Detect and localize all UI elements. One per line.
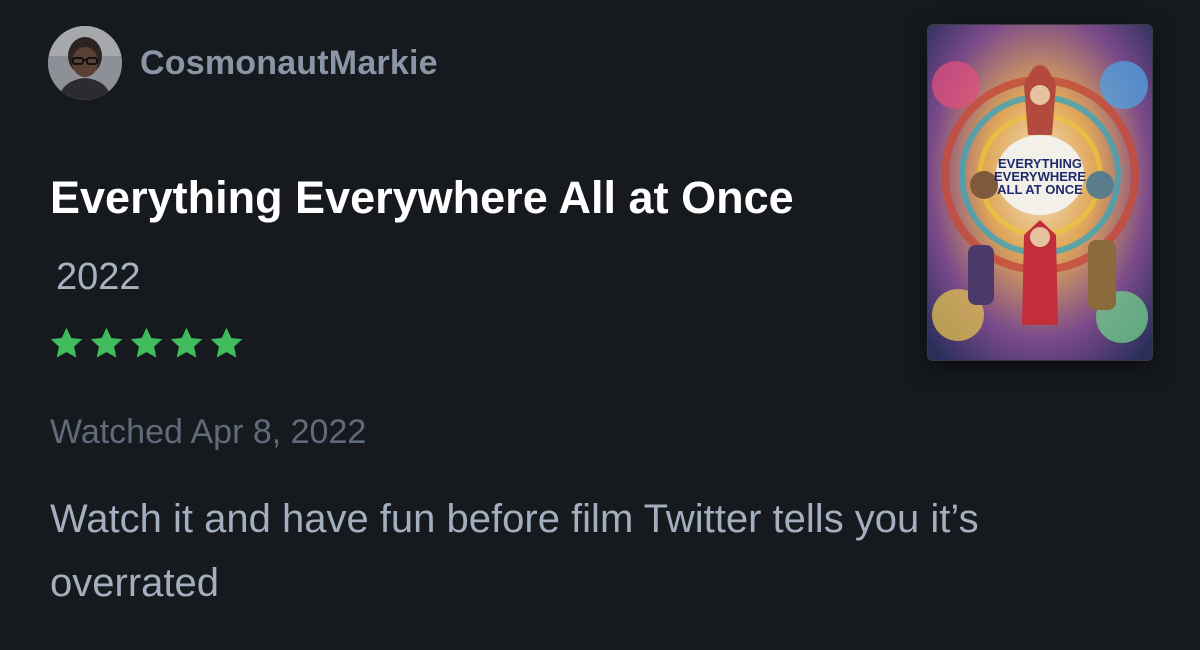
star-icon [90, 327, 123, 358]
star-icon [50, 327, 83, 358]
star-rating [48, 325, 245, 362]
username[interactable]: CosmonautMarkie [140, 44, 438, 83]
star-icon [170, 327, 203, 358]
review-text: Watch it and have fun before film Twitte… [50, 497, 979, 605]
star-icon [210, 327, 243, 358]
star-icon [130, 327, 163, 358]
poster-title-text: EVERYTHING EVERYWHERE ALL AT ONCE [994, 156, 1086, 197]
film-year[interactable]: 2022 [56, 256, 141, 298]
film-title[interactable]: Everything Everywhere All at Once [50, 172, 794, 223]
review-header: CosmonautMarkie [48, 26, 438, 100]
watched-date: Watched Apr 8, 2022 [50, 413, 367, 451]
film-heading: Everything Everywhere All at Once 2022 [50, 160, 870, 315]
film-title-line: Everything Everywhere All at Once 2022 [50, 160, 870, 315]
avatar[interactable] [48, 26, 122, 100]
film-poster[interactable]: EVERYTHING EVERYWHERE ALL AT ONCE [928, 25, 1152, 360]
user-avatar-icon [48, 26, 122, 100]
review-card: CosmonautMarkie Everything Everywhere Al… [0, 0, 1200, 650]
